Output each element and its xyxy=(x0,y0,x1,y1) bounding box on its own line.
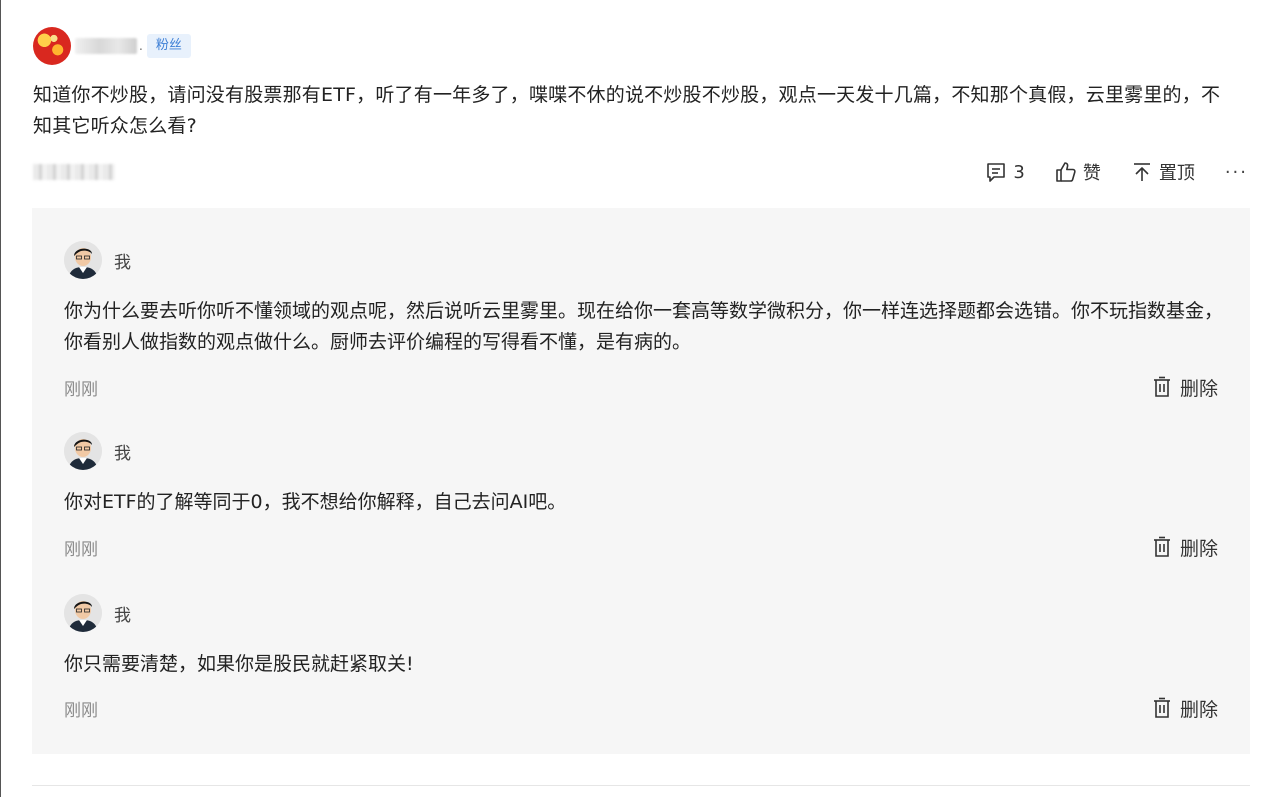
delete-button[interactable]: 删除 xyxy=(1152,695,1218,722)
reply-header: 我 xyxy=(64,241,1224,279)
delete-label: 删除 xyxy=(1179,698,1218,721)
pin-top-icon xyxy=(1133,163,1150,181)
reply-text: 你为什么要去听你听不懂领域的观点呢，然后说听云里雾里。现在给你一套高等数学微积分… xyxy=(64,300,1224,353)
reply-footer: 刚刚 删除 xyxy=(64,374,1218,400)
comment-header: . 粉丝 xyxy=(33,27,191,65)
comment-count: 3 xyxy=(1013,161,1025,183)
pin-top-button[interactable]: 置顶 xyxy=(1131,159,1195,185)
like-button[interactable]: 赞 xyxy=(1055,159,1101,185)
reply-list: 我 你为什么要去听你听不懂领域的观点呢，然后说听云里雾里。现在给你一套高等数学微… xyxy=(32,208,1250,754)
reply-time: 刚刚 xyxy=(64,539,98,560)
pin-label: 置顶 xyxy=(1158,163,1195,184)
reply-text: 你对ETF的了解等同于0，我不想给你解释，自己去问AI吧。 xyxy=(64,491,567,513)
delete-button[interactable]: 删除 xyxy=(1152,534,1218,561)
trash-icon xyxy=(1153,536,1170,557)
reply-author[interactable]: 我 xyxy=(114,601,131,626)
comment-meta-redacted xyxy=(33,164,115,180)
reply-item: 我 你为什么要去听你听不懂领域的观点呢，然后说听云里雾里。现在给你一套高等数学微… xyxy=(64,241,1224,400)
reply-header: 我 xyxy=(64,594,1224,632)
reply-footer: 刚刚 删除 xyxy=(64,534,1218,560)
trash-icon xyxy=(1153,697,1170,718)
divider xyxy=(32,785,1250,786)
delete-label: 删除 xyxy=(1179,377,1218,400)
more-options-button[interactable]: ··· xyxy=(1225,162,1248,183)
like-label: 赞 xyxy=(1082,163,1101,184)
reply-time: 刚刚 xyxy=(64,700,98,721)
reply-item: 我 你对ETF的了解等同于0，我不想给你解释，自己去问AI吧。 刚刚 删除 xyxy=(64,432,1224,560)
reply-author[interactable]: 我 xyxy=(114,248,131,273)
commenter-name-redacted[interactable] xyxy=(75,38,137,54)
reply-item: 我 你只需要清楚，如果你是股民就赶紧取关! 刚刚 删除 xyxy=(64,594,1224,721)
delete-label: 删除 xyxy=(1179,537,1218,560)
thumbs-up-icon xyxy=(1056,162,1076,182)
my-avatar[interactable] xyxy=(64,594,102,632)
comment-text: 知道你不炒股，请问没有股票那有ETF，听了有一年多了，喋喋不休的说不炒股不炒股，… xyxy=(33,84,1221,137)
name-separator: . xyxy=(139,39,143,53)
delete-button[interactable]: 删除 xyxy=(1152,374,1218,401)
comment-page: . 粉丝 知道你不炒股，请问没有股票那有ETF，听了有一年多了，喋喋不休的说不炒… xyxy=(0,0,1278,797)
fan-badge: 粉丝 xyxy=(146,34,191,58)
reply-footer: 刚刚 删除 xyxy=(64,695,1218,721)
trash-icon xyxy=(1153,376,1170,397)
reply-time: 刚刚 xyxy=(64,379,98,400)
comment-actions: 3 赞 置顶 ··· xyxy=(985,157,1248,187)
comment-count-button[interactable]: 3 xyxy=(985,161,1025,183)
my-avatar[interactable] xyxy=(64,432,102,470)
reply-author[interactable]: 我 xyxy=(114,439,131,464)
my-avatar[interactable] xyxy=(64,241,102,279)
comment-icon xyxy=(987,163,1006,182)
reply-text: 你只需要清楚，如果你是股民就赶紧取关! xyxy=(64,653,414,675)
commenter-avatar[interactable] xyxy=(33,27,71,65)
reply-header: 我 xyxy=(64,432,1224,470)
